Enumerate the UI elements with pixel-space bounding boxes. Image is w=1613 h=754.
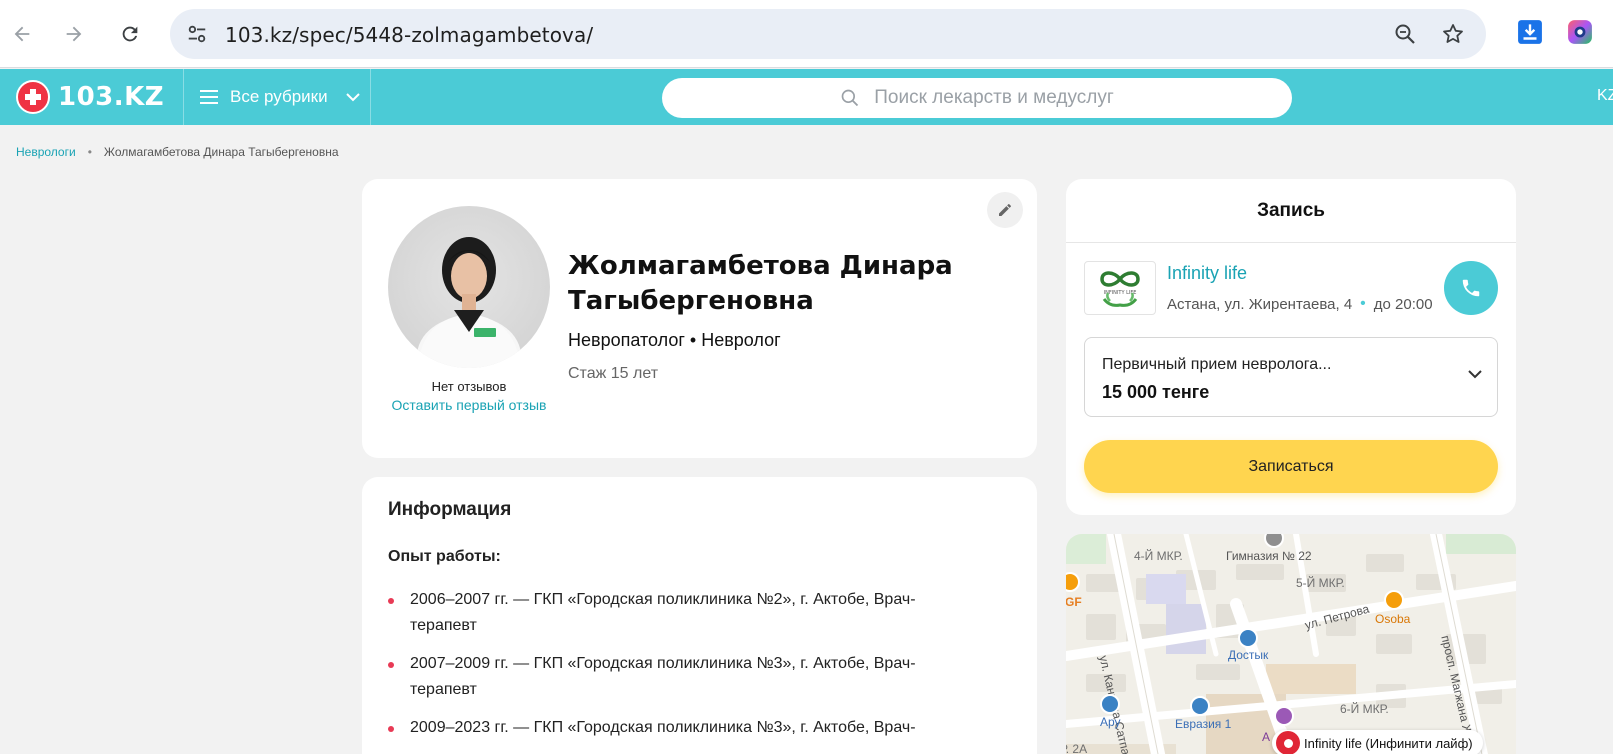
color-wheel-icon	[1568, 20, 1592, 44]
clinic-name-link[interactable]: Infinity life	[1167, 263, 1247, 284]
call-button[interactable]	[1444, 261, 1498, 315]
bookmark-button[interactable]	[1436, 17, 1470, 51]
work-experience-title: Опыт работы:	[388, 548, 501, 565]
map-district-label: Р. 2А	[1066, 742, 1088, 754]
header-divider	[183, 69, 184, 125]
site-logo[interactable]: 103.KZ	[16, 78, 164, 116]
search-input[interactable]: Поиск лекарств и медуслуг	[662, 78, 1292, 118]
doctor-avatar	[388, 206, 550, 368]
arrow-right-icon	[66, 26, 82, 42]
forward-button[interactable]	[56, 16, 92, 52]
poi-osoba-label: Osoba	[1375, 612, 1411, 626]
poi-aru-label: Ару	[1100, 715, 1121, 729]
breadcrumb-neurologists-link[interactable]: Неврологи	[16, 145, 76, 159]
tune-icon	[188, 25, 206, 43]
work-experience-list: 2006–2007 гг. — ГКП «Городская поликлини…	[388, 587, 948, 753]
no-reviews-text: Нет отзывов	[431, 379, 507, 394]
search-icon	[841, 89, 859, 107]
browser-toolbar: 103.kz/spec/5448-zolmagambetova/	[0, 0, 1613, 68]
phone-icon	[1462, 279, 1480, 297]
address-bar[interactable]: 103.kz/spec/5448-zolmagambetova/	[170, 9, 1486, 59]
header-divider	[370, 69, 371, 125]
poi-school-label: Гимназия № 22	[1226, 549, 1312, 563]
list-item: 2006–2007 гг. — ГКП «Городская поликлини…	[388, 587, 948, 639]
clinic-address: Астана, ул. Жирентаева, 4 • до 20:00	[1167, 295, 1433, 313]
color-extension-button[interactable]	[1566, 18, 1594, 46]
clinic-hours: до 20:00	[1373, 295, 1433, 313]
map-pin-clinic[interactable]: Infinity life (Инфинити лайф)	[1272, 730, 1483, 754]
zoom-button[interactable]	[1388, 17, 1422, 51]
leave-review-link[interactable]: Оставить первый отзыв	[388, 396, 550, 414]
url-text[interactable]: 103.kz/spec/5448-zolmagambetova/	[225, 23, 593, 47]
map-district-label: 4-Й МКР.	[1134, 549, 1183, 563]
pencil-icon	[999, 204, 1011, 216]
reload-button[interactable]	[112, 16, 148, 52]
breadcrumb-separator: •	[87, 145, 92, 159]
cafe-icon[interactable]	[1384, 590, 1404, 610]
service-name: Первичный прием невролога...	[1102, 356, 1332, 373]
edit-button[interactable]	[987, 192, 1023, 228]
chevron-down-icon	[1468, 370, 1482, 379]
service-select[interactable]: Первичный прием невролога... 15 000 тенг…	[1084, 337, 1498, 417]
clinic-logo[interactable]: INFINITY LIFE	[1084, 261, 1156, 315]
search-placeholder: Поиск лекарств и медуслуг	[874, 87, 1114, 108]
info-title: Информация	[388, 499, 512, 520]
doctor-info-card: Информация Опыт работы: 2006–2007 гг. — …	[362, 477, 1037, 754]
medical-cross-icon	[16, 80, 50, 114]
menu-icon	[200, 90, 218, 104]
back-button[interactable]	[4, 16, 40, 52]
clinic-address-text: Астана, ул. Жирентаева, 4	[1167, 295, 1353, 313]
arrow-left-icon	[14, 26, 30, 42]
clinic-map[interactable]: 4-Й МКР. 5-Й МКР. 6-Й МКР. Р. 2А ул. Кан…	[1066, 534, 1516, 754]
chevron-down-icon	[345, 93, 360, 102]
download-icon	[1518, 20, 1542, 44]
shop-icon[interactable]	[1190, 696, 1210, 716]
doctor-profile-card: Нет отзывов Оставить первый отзыв Жолмаг…	[362, 179, 1037, 458]
doctor-experience: Стаж 15 лет	[568, 365, 659, 382]
doctor-specialty: Невропатолог • Невролог	[568, 330, 781, 350]
poi-gf-label: GF	[1066, 595, 1082, 609]
doctor-name: Жолмагамбетова Динара Тагыбергеновна	[568, 251, 953, 316]
booking-title: Запись	[1066, 179, 1516, 243]
poi-a-label: А	[1262, 730, 1271, 744]
star-icon	[1443, 24, 1463, 43]
booking-card: Запись INFINITY LIFE Infinity life Астан…	[1066, 179, 1516, 515]
service-price: 15 000 тенге	[1102, 382, 1210, 402]
zoom-icon	[1395, 24, 1415, 44]
map-district-label: 6-Й МКР.	[1340, 702, 1389, 716]
map-pin-icon	[1276, 731, 1300, 754]
all-rubrics-menu[interactable]: Все рубрики	[200, 69, 360, 125]
breadcrumb-current: Жолмагамбетова Динара Тагыбергеновна	[103, 145, 339, 159]
site-info-button[interactable]	[180, 17, 214, 51]
download-extension-button[interactable]	[1516, 18, 1544, 46]
list-item: 2007–2009 гг. — ГКП «Городская поликлини…	[388, 651, 948, 703]
separator-dot: •	[1360, 295, 1366, 312]
site-header: 103.KZ Все рубрики Поиск лекарств и меду…	[0, 69, 1613, 125]
book-appointment-button[interactable]: Записаться	[1084, 440, 1498, 493]
poi-eurasia-label: Евразия 1	[1175, 717, 1232, 731]
shop-icon[interactable]	[1100, 694, 1120, 714]
list-item: 2009–2023 гг. — ГКП «Городская поликлини…	[388, 715, 948, 741]
logo-text: 103.KZ	[58, 82, 165, 112]
pharmacy-icon[interactable]	[1274, 706, 1294, 726]
reload-icon	[122, 26, 138, 42]
breadcrumb: Неврологи • Жолмагамбетова Динара Тагыбе…	[16, 145, 339, 159]
poi-dostyk-label: Достык	[1228, 648, 1269, 662]
language-switch[interactable]: KZ	[1597, 87, 1613, 105]
rubrics-label: Все рубрики	[230, 87, 328, 106]
map-district-label: 5-Й МКР.	[1296, 576, 1345, 590]
map-pin-label: Infinity life (Инфинити лайф)	[1304, 735, 1473, 751]
shop-icon[interactable]	[1238, 628, 1258, 648]
